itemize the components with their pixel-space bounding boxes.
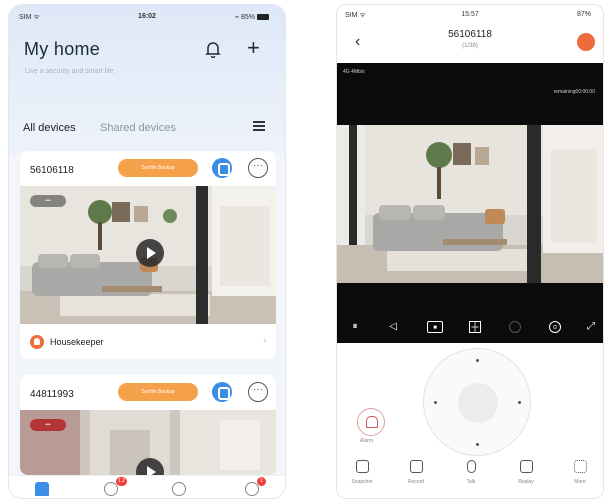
status-bar: SIM ᯤ 15:57 87% [337,5,603,25]
signal-text: 4G 4Mb/s [343,69,365,75]
replay-icon [519,460,533,473]
device-card[interactable]: 44811993 Sunfile Backup ··· ••• [20,375,276,475]
joystick-center[interactable] [458,383,498,423]
video-frame [337,125,603,283]
fullscreen-icon[interactable]: ⤢ [585,321,597,333]
home-icon[interactable] [35,482,49,496]
status-bar: SIM ᯤ 16:02 ⌁ 85% [9,5,285,25]
avatar[interactable] [577,33,595,51]
device-settings-icon[interactable] [212,158,232,178]
chevron-right-icon[interactable]: › [263,335,266,346]
more-grid-icon [573,460,587,473]
live-view-screen: SIM ᯤ 15:57 87% ‹ 56106118 (1/38) 4G 4Mb… [336,4,604,499]
status-time: 15:57 [461,11,479,18]
replay-label: Replay [518,479,534,485]
living-room-image [337,125,603,283]
device-id: 44811993 [30,389,74,400]
camera-preview[interactable]: ••• [20,186,276,324]
add-device-button[interactable]: + [247,37,260,59]
alarm-label: Alarm [360,438,374,444]
device-settings-icon[interactable] [212,382,232,402]
microphone-icon [466,460,476,473]
backup-button[interactable]: Sunfile Backup [118,383,198,401]
camera-icon [355,460,369,473]
status-battery: ⌁ 85% [235,13,269,21]
talk-button[interactable]: Talk [452,460,490,485]
live-badge: ••• [30,419,66,431]
joystick-up-dot [476,359,479,362]
live-badge: ••• [30,195,66,207]
device-subtitle: (1/38) [462,43,478,49]
talk-label: Talk [466,479,476,485]
camera-preview[interactable]: ••• [20,410,276,475]
bell-icon[interactable] [205,40,221,58]
joystick-left-dot [434,401,437,404]
joystick-right-dot [518,401,521,404]
hd-toggle-icon[interactable]: ■ [427,321,443,333]
joystick-down-dot [476,443,479,446]
room-label[interactable]: Housekeeper [50,337,104,347]
alarm-button[interactable] [357,408,385,436]
battery-text: ⌁ 85% [234,14,255,21]
play-icon[interactable] [136,239,164,267]
device-id: 56106118 [30,165,74,176]
more-options-icon[interactable]: ··· [248,158,268,178]
battery-icon [257,14,269,21]
snapshot-button[interactable]: Snapshot [343,460,381,485]
record-icon [409,460,423,473]
pause-icon[interactable]: ⏸ [349,321,361,333]
status-battery: 87% [576,11,591,18]
list-menu-icon[interactable] [253,121,265,132]
ptz-icon[interactable] [509,321,521,333]
live-video[interactable]: 4G 4Mb/s remaining00:00:00 ⏸ ◁ ■ ┼ ⊙ ⤢ [337,63,603,343]
remaining-text: remaining00:00:00 [553,89,595,95]
cloud-badge: 1.2 [116,477,127,486]
device-card[interactable]: 56106118 Sunfile Backup ··· ••• Housekee… [20,151,276,359]
more-label: More [574,479,586,485]
more-button[interactable]: More [561,460,599,485]
home-screen: SIM ᯤ 16:02 ⌁ 85% My home Live a securit… [8,4,286,499]
more-options-icon[interactable]: ··· [248,382,268,402]
info-icon[interactable]: ⊙ [549,321,561,333]
tab-all-devices[interactable]: All devices [23,122,76,134]
page-title: My home [24,39,101,59]
screenshot-stage: SIM ᯤ 16:02 ⌁ 85% My home Live a securit… [0,0,608,499]
volume-icon[interactable]: ◁ [387,321,399,333]
check-icon[interactable] [172,482,186,496]
bottom-nav: 1.2 1 [9,475,285,498]
housekeeper-icon [30,335,44,349]
device-title: 56106118 [448,29,492,40]
record-label: Record [407,479,425,485]
backup-button[interactable]: Sunfile Backup [118,159,198,177]
page-subtitle: Live a security and smart life [25,68,114,75]
tab-shared-devices[interactable]: Shared devices [100,122,176,134]
ptz-joystick[interactable] [423,348,531,456]
replay-button[interactable]: Replay [507,460,545,485]
snapshot-label: Snapshot [351,479,373,485]
profile-badge: 1 [257,477,266,486]
grid-icon[interactable]: ┼ [469,321,481,333]
record-button[interactable]: Record [397,460,435,485]
